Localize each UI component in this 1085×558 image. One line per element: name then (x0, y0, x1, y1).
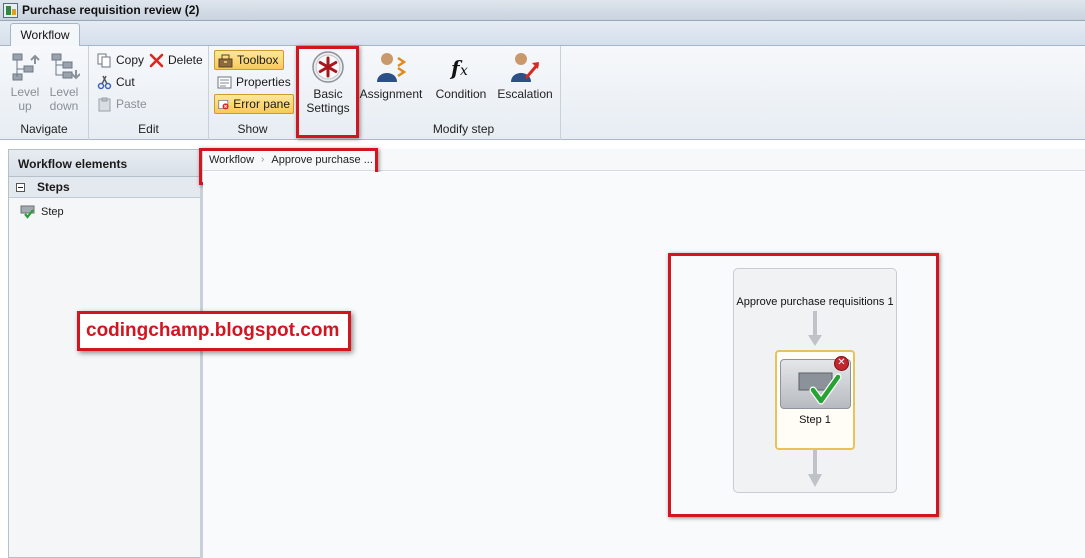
tab-workflow[interactable]: Workflow (10, 23, 80, 47)
properties-icon (217, 76, 232, 88)
copy-button[interactable]: Copy (97, 50, 144, 70)
properties-label: Properties (236, 75, 291, 89)
delete-label: Delete (168, 53, 203, 67)
title-bar: Purchase requisition review (2) (0, 0, 1085, 21)
show-group: Toolbox Properties Error pane Show (209, 46, 297, 140)
ribbon: Level up Level down Navigate Copy Delete… (0, 46, 1085, 140)
escalation-button[interactable]: Escalation (496, 50, 554, 101)
paste-button[interactable]: Paste (97, 94, 147, 114)
copy-icon (97, 53, 111, 67)
workflow-canvas[interactable] (203, 172, 1085, 558)
panel-title: Workflow elements (9, 150, 200, 177)
navigate-group: Level up Level down Navigate (0, 46, 89, 140)
assignment-label: Assignment (359, 87, 423, 101)
diagram-highlight (668, 253, 939, 517)
app-icon (3, 2, 18, 18)
step-icon (20, 205, 35, 219)
toolbox-label: Toolbox (237, 53, 279, 67)
show-group-label: Show (237, 122, 268, 136)
edit-group-label: Edit (138, 122, 159, 136)
condition-button[interactable]: f x Condition (432, 50, 490, 101)
delete-icon (149, 53, 164, 67)
error-pane-icon (218, 99, 229, 109)
cut-icon (97, 75, 112, 89)
condition-icon: f x (449, 56, 468, 80)
paste-label: Paste (116, 97, 147, 111)
cut-button[interactable]: Cut (97, 72, 135, 92)
navigate-group-label: Navigate (20, 122, 68, 136)
svg-text:x: x (460, 63, 468, 79)
level-down-icon (51, 53, 80, 80)
edit-group: Copy Delete Cut Paste Edit (89, 46, 209, 140)
level-down-label: Level down (49, 85, 79, 113)
level-up-button[interactable]: Level up (6, 52, 44, 113)
toolbox-toggle[interactable]: Toolbox (214, 50, 284, 70)
toolbox-icon (218, 54, 233, 67)
escalation-icon (511, 53, 540, 82)
cut-label: Cut (116, 75, 135, 89)
paste-icon (98, 97, 111, 111)
ribbon-tab-strip: Workflow (0, 21, 1085, 47)
basic-settings-highlight (296, 46, 359, 138)
delete-button[interactable]: Delete (149, 50, 203, 70)
steps-section-label: Steps (37, 180, 70, 194)
steps-section-header[interactable]: Steps (9, 177, 200, 198)
window-title: Purchase requisition review (2) (22, 3, 200, 17)
properties-toggle[interactable]: Properties (217, 72, 291, 92)
watermark-label: codingchamp.blogspot.com (77, 311, 351, 351)
copy-label: Copy (116, 53, 145, 67)
error-pane-label: Error pane (233, 97, 290, 111)
toolbox-item-label: Step (41, 206, 64, 218)
assignment-icon (377, 53, 407, 82)
escalation-label: Escalation (497, 87, 553, 101)
modify-step-group-label: Modify step (432, 122, 495, 136)
level-up-label: Level up (10, 85, 40, 113)
collapse-icon[interactable] (16, 182, 25, 192)
level-down-button[interactable]: Level down (44, 52, 84, 113)
assignment-button[interactable]: Assignment (358, 50, 424, 101)
toolbox-item-step[interactable]: Step (9, 198, 200, 219)
condition-label: Condition (435, 87, 487, 101)
error-pane-toggle[interactable]: Error pane (214, 94, 294, 114)
level-up-icon (12, 53, 40, 81)
workflow-elements-panel: Workflow elements Steps Step (8, 149, 201, 558)
